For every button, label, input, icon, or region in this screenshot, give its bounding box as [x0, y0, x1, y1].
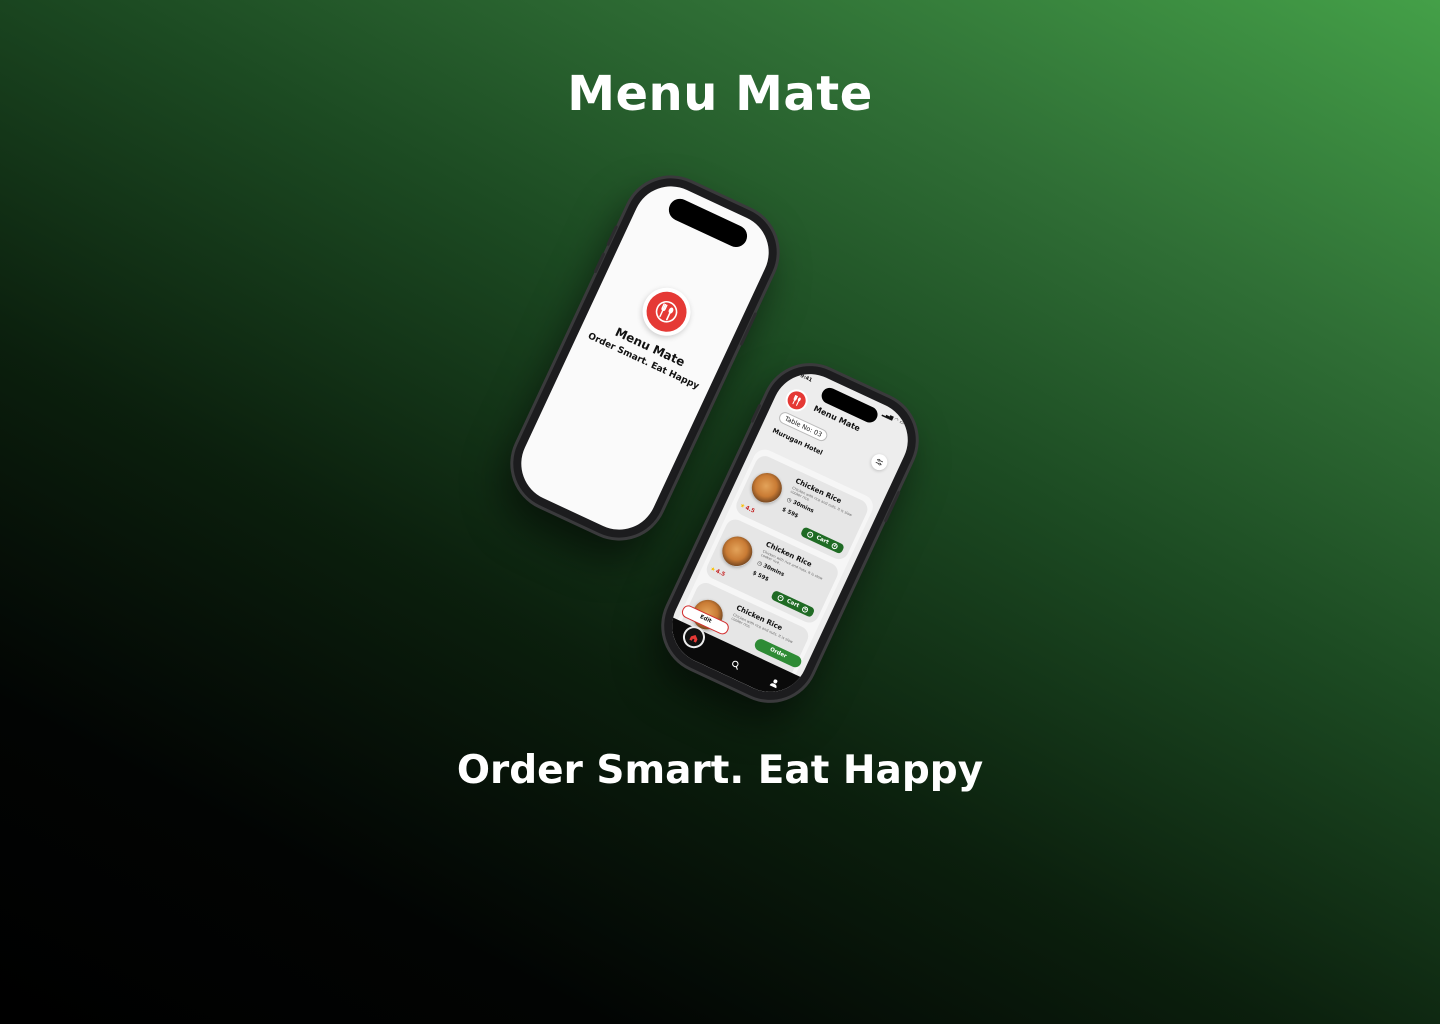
- filter-button[interactable]: [868, 451, 890, 473]
- price: $ 59$: [781, 507, 799, 520]
- home-icon: [689, 634, 698, 642]
- cart-button[interactable]: - Cart +: [799, 526, 845, 555]
- profile-icon: [769, 679, 778, 688]
- status-time: 9:41: [799, 372, 814, 384]
- cart-label: Cart: [815, 534, 830, 546]
- fork-spoon-icon: [655, 300, 678, 323]
- price: $ 59$: [751, 570, 769, 583]
- filter-icon: [875, 458, 884, 466]
- dynamic-island: [665, 195, 751, 251]
- splash-content: Menu Mate Order Smart. Eat Happy: [577, 260, 741, 396]
- rating: ★4.5: [709, 566, 726, 578]
- search-icon: [732, 660, 739, 670]
- power-button: [883, 490, 901, 523]
- fork-spoon-icon: [792, 395, 801, 406]
- volume-button: [606, 225, 619, 247]
- app-logo: [782, 385, 812, 416]
- dish-image: [746, 468, 787, 508]
- tab-search[interactable]: [728, 653, 744, 674]
- cart-label: Cart: [785, 598, 800, 610]
- rating: ★4.5: [739, 503, 756, 515]
- price-value: 59$: [786, 509, 800, 520]
- page-title: Menu Mate: [567, 66, 873, 122]
- plus-icon[interactable]: +: [801, 605, 810, 614]
- volume-button: [593, 252, 606, 274]
- volume-button: [750, 403, 762, 424]
- rating-value: 4.5: [714, 568, 726, 579]
- rating-value: 4.5: [744, 505, 756, 515]
- status-icons: ▂▄▆ ◠ ▭: [881, 411, 906, 427]
- page-tagline: Order Smart. Eat Happy: [456, 748, 984, 793]
- minus-icon[interactable]: -: [776, 594, 785, 603]
- cart-button[interactable]: - Cart +: [770, 589, 816, 618]
- plus-icon[interactable]: +: [830, 542, 839, 551]
- minus-icon[interactable]: -: [806, 530, 815, 539]
- tab-profile[interactable]: [767, 671, 783, 692]
- price-value: 59$: [756, 572, 770, 583]
- app-logo: [634, 279, 699, 344]
- dish-image: [717, 531, 758, 572]
